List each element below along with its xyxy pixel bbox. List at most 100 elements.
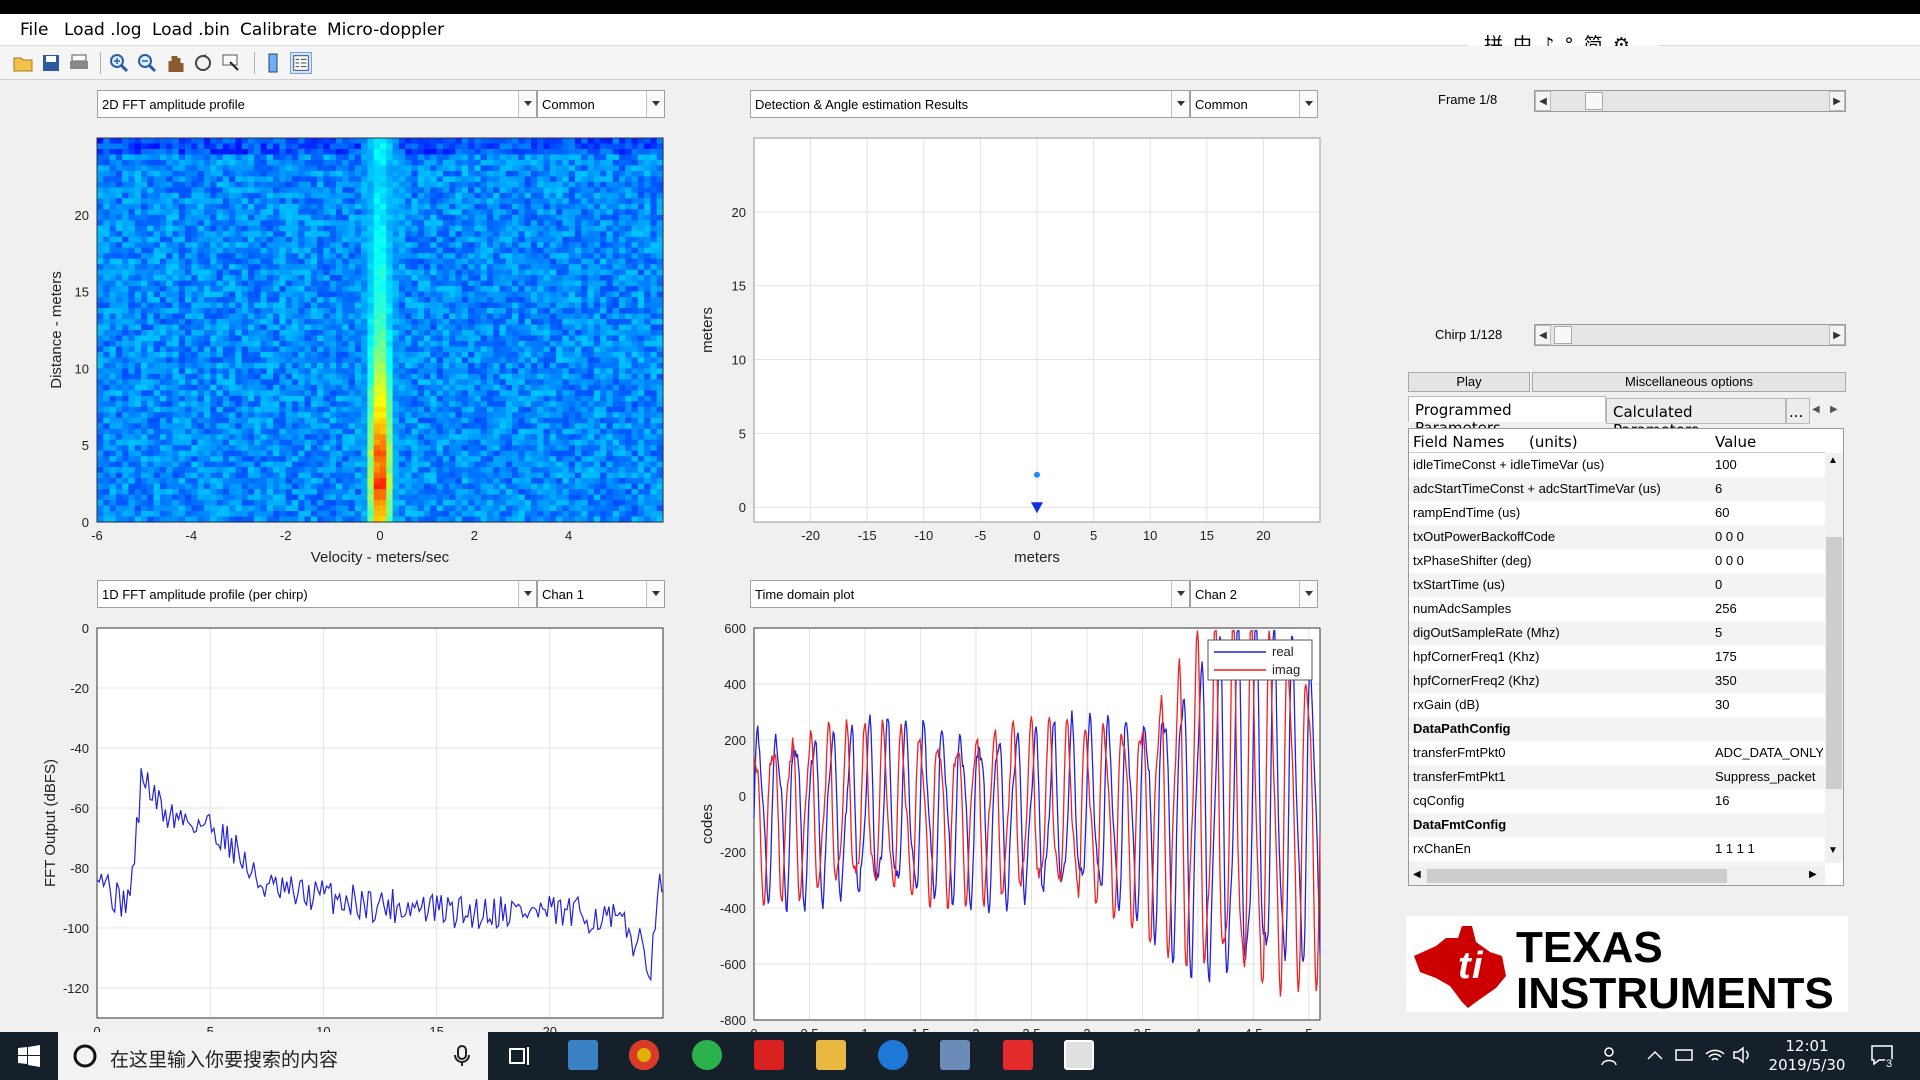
zoom-out-icon[interactable] — [136, 52, 158, 74]
heatmap-cell — [147, 308, 155, 315]
heatmap-cell — [260, 154, 268, 161]
menu-file[interactable]: File — [20, 20, 48, 40]
heatmap-cell — [430, 247, 438, 254]
heatmap-cell — [581, 346, 589, 353]
heatmap-cell — [335, 209, 343, 216]
heatmap-cell — [650, 264, 658, 271]
heatmap-cell — [524, 291, 532, 298]
heatmap-cell — [442, 220, 450, 227]
heatmap-cell — [172, 231, 180, 238]
heatmap-cell — [222, 214, 230, 221]
heatmap-cell — [97, 324, 104, 331]
heatmap-cell — [291, 231, 299, 238]
heatmap-cell — [380, 319, 387, 326]
heatmap-cell — [493, 302, 501, 309]
pan-hand-icon[interactable] — [164, 52, 186, 74]
heatmap-cell — [468, 225, 475, 232]
heatmap-cell — [562, 253, 570, 260]
heatmap-cell — [405, 417, 413, 424]
heatmap-cell — [600, 225, 607, 232]
colorbar-icon[interactable] — [262, 52, 284, 74]
heatmap-cell — [618, 214, 626, 221]
heatmap-cell — [229, 220, 236, 227]
menu-load-bin[interactable]: Load .bin — [152, 20, 230, 40]
channel-select-tl[interactable]: Common — [537, 90, 665, 118]
heatmap-cell — [574, 275, 582, 282]
heatmap-cell — [285, 351, 293, 359]
heatmap-cell — [291, 214, 299, 221]
heatmap-cell — [461, 203, 469, 210]
heatmap-cell — [122, 247, 130, 254]
heatmap-cell — [229, 264, 236, 271]
heatmap-cell — [556, 138, 563, 145]
heatmap-cell — [147, 209, 155, 216]
heatmap-cell — [625, 297, 633, 304]
menu-micro-doppler[interactable]: Micro-doppler — [327, 20, 444, 40]
heatmap-cell — [191, 373, 199, 380]
open-folder-icon[interactable] — [12, 52, 34, 74]
heatmap-cell — [235, 220, 243, 227]
heatmap-cell — [172, 324, 180, 331]
heatmap-cell — [134, 181, 142, 188]
heatmap-cell — [524, 176, 532, 183]
heatmap-cell — [141, 362, 148, 369]
heatmap-cell — [115, 247, 123, 254]
menu-load-log[interactable]: Load .log — [64, 20, 142, 40]
heatmap-cell — [159, 406, 167, 413]
menu-calibrate[interactable]: Calibrate — [240, 20, 317, 40]
data-cursor-icon[interactable] — [220, 52, 242, 74]
heatmap-cell — [606, 401, 614, 408]
heatmap-cell — [266, 269, 274, 276]
heatmap-cell — [109, 275, 117, 282]
heatmap-cell — [109, 148, 117, 156]
heatmap-cell — [235, 368, 243, 375]
heatmap-cell — [266, 247, 274, 254]
heatmap-cell — [386, 242, 394, 249]
heatmap-cell — [449, 209, 457, 216]
heatmap-cell — [480, 138, 488, 145]
heatmap-cell — [556, 275, 563, 282]
heatmap-cell — [618, 351, 626, 359]
heatmap-cell — [493, 319, 501, 326]
heatmap-cell — [411, 176, 419, 183]
heatmap-cell — [348, 220, 356, 227]
heatmap-cell — [141, 340, 148, 348]
heatmap-cell — [247, 346, 255, 353]
heatmap-cell — [405, 291, 413, 298]
heatmap-cell — [600, 192, 607, 199]
heatmap-cell — [405, 434, 413, 441]
heatmap-cell — [637, 269, 645, 276]
rotate-icon[interactable] — [192, 52, 214, 74]
heatmap-cell — [373, 302, 381, 309]
heatmap-cell — [405, 165, 413, 172]
heatmap-cell — [480, 302, 488, 309]
zoom-in-icon[interactable] — [108, 52, 130, 74]
heatmap-cell — [191, 368, 199, 375]
heatmap-cell — [556, 225, 563, 232]
heatmap-cell — [417, 423, 425, 430]
heatmap-cell — [304, 159, 312, 167]
heatmap-cell — [115, 269, 123, 276]
heatmap-cell — [97, 368, 104, 375]
heatmap-cell — [172, 143, 180, 150]
heatmap-cell — [128, 275, 136, 282]
heatmap-cell — [109, 280, 117, 287]
heatmap-cell — [361, 423, 369, 430]
heatmap-cell — [335, 148, 343, 156]
print-icon[interactable] — [68, 52, 90, 74]
heatmap-cell — [122, 351, 130, 359]
heatmap-cell — [505, 253, 513, 260]
heatmap-cell — [380, 214, 387, 221]
heatmap-cell — [367, 209, 375, 216]
heatmap-cell — [273, 434, 280, 441]
heatmap-cell — [266, 242, 274, 249]
heatmap-cell — [210, 275, 218, 282]
plot-type-select-tl[interactable]: 2D FFT amplitude profile — [97, 90, 537, 118]
heatmap-cell — [474, 368, 482, 375]
heatmap-cell — [518, 286, 526, 293]
save-icon[interactable] — [40, 52, 62, 74]
range-doppler-heatmap[interactable]: -6 -4 -2 0 2 405101520Velocity - meters/secDi… — [20, 130, 680, 570]
heatmap-cell — [147, 401, 155, 408]
heatmap-cell — [285, 291, 293, 298]
legend-icon[interactable] — [290, 52, 312, 74]
